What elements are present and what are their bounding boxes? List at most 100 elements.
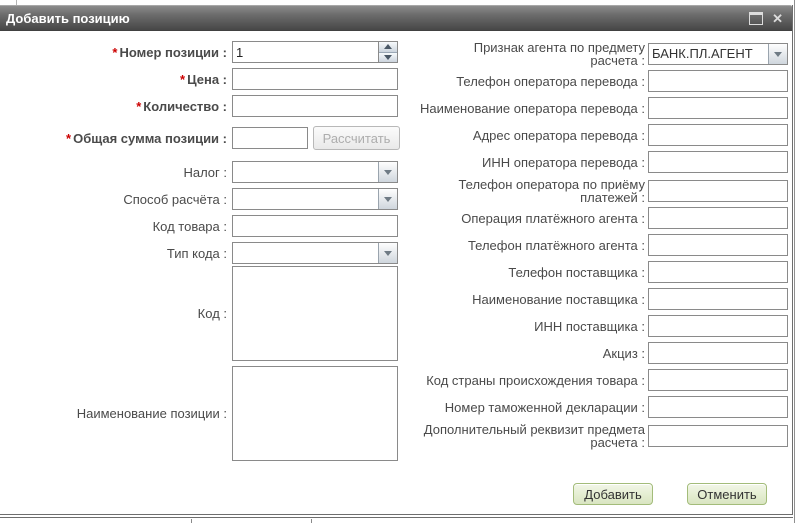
tax-select[interactable] [232, 161, 398, 183]
supplier-inn-input[interactable] [648, 315, 788, 337]
label-text: Цена : [187, 72, 227, 87]
transfer-operator-name-input[interactable] [648, 97, 788, 119]
payment-operator-phone-label: Телефон оператора по приёму платежей : [404, 178, 648, 204]
payment-operator-phone-input[interactable] [648, 180, 788, 202]
field-row-position-name: Наименование позиции : [0, 366, 404, 461]
field-row-origin-country-code: Код страны происхождения товара : [404, 369, 792, 391]
field-row-transfer-operator-inn: ИНН оператора перевода : [404, 151, 792, 173]
label-text: Количество : [143, 99, 227, 114]
label-text: Общая сумма позиции : [73, 131, 227, 146]
cancel-button[interactable]: Отменить [687, 483, 767, 505]
additional-requisite-label: Дополнительный реквизит предмета расчета… [404, 423, 648, 449]
total-sum-input[interactable] [232, 127, 308, 149]
dialog-titlebar[interactable]: Добавить позицию ✕ [0, 5, 792, 31]
field-row-excise: Акциз : [404, 342, 792, 364]
select-value: БАНК.ПЛ.АГЕНТ [649, 44, 768, 64]
supplier-name-input[interactable] [648, 288, 788, 310]
payment-agent-phone-input[interactable] [648, 234, 788, 256]
field-row-payment-method: Способ расчёта : [0, 188, 404, 210]
select-value [233, 243, 378, 263]
transfer-operator-inn-label: ИНН оператора перевода : [404, 155, 648, 170]
position-number-label: *Номер позиции : [0, 45, 232, 60]
maximize-icon[interactable] [749, 12, 763, 25]
field-row-position-number: *Номер позиции : [0, 41, 404, 63]
code-type-label: Тип кода : [0, 246, 232, 261]
code-type-select[interactable] [232, 242, 398, 264]
arrow-down-icon [384, 55, 392, 60]
product-code-label: Код товара : [0, 219, 232, 234]
tax-label: Налог : [0, 165, 232, 180]
dialog-body: *Номер позиции : *Цена : *Количество : [0, 32, 792, 514]
calculate-button[interactable]: Рассчитать [313, 126, 400, 150]
agent-attribute-label: Признак агента по предмету расчета : [404, 41, 648, 67]
field-row-payment-agent-phone: Телефон платёжного агента : [404, 234, 792, 256]
field-row-transfer-operator-phone: Телефон оператора перевода : [404, 70, 792, 92]
field-row-supplier-inn: ИНН поставщика : [404, 315, 792, 337]
field-row-code: Код : [0, 266, 404, 361]
supplier-name-label: Наименование поставщика : [404, 292, 648, 307]
dropdown-arrow-icon [378, 243, 397, 263]
field-row-additional-requisite: Дополнительный реквизит предмета расчета… [404, 423, 792, 449]
excise-input[interactable] [648, 342, 788, 364]
supplier-phone-input[interactable] [648, 261, 788, 283]
additional-requisite-input[interactable] [648, 425, 788, 447]
page-right-border [794, 0, 795, 523]
quantity-input[interactable] [232, 95, 398, 117]
field-row-customs-declaration: Номер таможенной декларации : [404, 396, 792, 418]
customs-declaration-label: Номер таможенной декларации : [404, 400, 648, 415]
payment-agent-operation-input[interactable] [648, 207, 788, 229]
add-position-dialog: Добавить позицию ✕ *Номер позиции : *Цен… [0, 5, 793, 515]
background-table-column-divider [311, 519, 312, 523]
excise-label: Акциз : [404, 346, 648, 361]
left-column: *Номер позиции : *Цена : *Количество : [0, 41, 404, 466]
transfer-operator-address-input[interactable] [648, 124, 788, 146]
background-table-column-divider [191, 519, 192, 523]
position-number-input[interactable] [232, 41, 398, 63]
agent-attribute-select[interactable]: БАНК.ПЛ.АГЕНТ [648, 43, 788, 65]
transfer-operator-inn-input[interactable] [648, 151, 788, 173]
field-row-product-code: Код товара : [0, 215, 404, 237]
payment-agent-phone-label: Телефон платёжного агента : [404, 238, 648, 253]
transfer-operator-phone-input[interactable] [648, 70, 788, 92]
price-label: *Цена : [0, 72, 232, 87]
product-code-input[interactable] [232, 215, 398, 237]
spinner-down-button[interactable] [379, 53, 397, 63]
transfer-operator-phone-label: Телефон оператора перевода : [404, 74, 648, 89]
field-row-tax: Налог : [0, 161, 404, 183]
label-text: Номер позиции : [119, 45, 227, 60]
position-number-spinner [232, 41, 398, 63]
dialog-footer: Добавить Отменить [573, 483, 767, 505]
origin-country-code-input[interactable] [648, 369, 788, 391]
field-row-quantity: *Количество : [0, 95, 404, 117]
close-icon[interactable]: ✕ [772, 12, 783, 25]
field-row-code-type: Тип кода : [0, 242, 404, 264]
field-row-payment-agent-operation: Операция платёжного агента : [404, 207, 792, 229]
background-table-border [0, 517, 793, 518]
price-input[interactable] [232, 68, 398, 90]
arrow-up-icon [384, 44, 392, 49]
spinner-up-button[interactable] [379, 42, 397, 53]
code-label: Код : [0, 306, 232, 321]
field-row-transfer-operator-name: Наименование оператора перевода : [404, 97, 792, 119]
field-row-agent-attribute: Признак агента по предмету расчета : БАН… [404, 41, 792, 67]
supplier-phone-label: Телефон поставщика : [404, 265, 648, 280]
add-button[interactable]: Добавить [573, 483, 653, 505]
dropdown-arrow-icon [378, 162, 397, 182]
field-row-supplier-phone: Телефон поставщика : [404, 261, 792, 283]
supplier-inn-label: ИНН поставщика : [404, 319, 648, 334]
position-name-textarea[interactable] [232, 366, 398, 461]
payment-method-select[interactable] [232, 188, 398, 210]
payment-method-label: Способ расчёта : [0, 192, 232, 207]
origin-country-code-label: Код страны происхождения товара : [404, 373, 648, 388]
dropdown-arrow-icon [768, 44, 787, 64]
dropdown-arrow-icon [378, 189, 397, 209]
code-textarea[interactable] [232, 266, 398, 361]
field-row-supplier-name: Наименование поставщика : [404, 288, 792, 310]
field-row-payment-operator-phone: Телефон оператора по приёму платежей : [404, 178, 792, 204]
total-sum-label: *Общая сумма позиции : [0, 131, 232, 146]
window-controls: ✕ [749, 12, 783, 25]
select-value [233, 162, 378, 182]
customs-declaration-input[interactable] [648, 396, 788, 418]
position-name-label: Наименование позиции : [0, 406, 232, 421]
field-row-total-sum: *Общая сумма позиции : Рассчитать [0, 126, 404, 150]
